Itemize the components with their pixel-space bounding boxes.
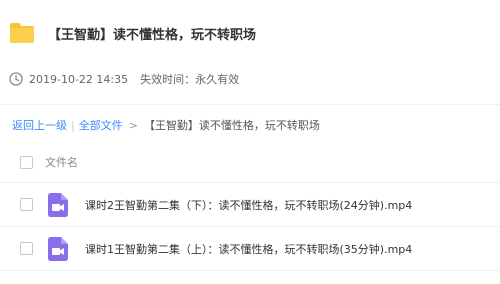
share-title: 【王智勤】读不懂性格，玩不转职场 xyxy=(48,27,257,43)
column-header-filename: 文件名 xyxy=(45,156,78,169)
all-files-link[interactable]: 全部文件 xyxy=(79,117,123,133)
share-meta: 2019-10-22 14:35 失效时间：永久有效 xyxy=(9,70,239,88)
video-file-icon xyxy=(48,192,68,217)
file-row[interactable]: 课时2王智勤第二集（下）：读不懂性格，玩不转职场(24分钟).mp4 xyxy=(0,183,500,227)
list-header: 文件名 xyxy=(0,142,500,183)
video-file-icon xyxy=(48,236,68,261)
file-list: 文件名 课时2王智勤第二集（下）：读不懂性格，玩不转职场(24分钟).mp4 课… xyxy=(0,142,500,271)
file-checkbox[interactable] xyxy=(20,198,33,211)
breadcrumb-separator: | xyxy=(71,118,75,132)
file-checkbox[interactable] xyxy=(20,242,33,255)
back-link[interactable]: 返回上一级 xyxy=(12,117,67,133)
share-date: 2019-10-22 14:35 xyxy=(29,72,129,86)
file-name[interactable]: 课时1王智勤第二集（上）：读不懂性格，玩不转职场(35分钟).mp4 xyxy=(85,241,412,257)
breadcrumb: 返回上一级 | 全部文件 > 【王智勤】读不懂性格，玩不转职场 xyxy=(12,116,320,134)
breadcrumb-current: 【王智勤】读不懂性格，玩不转职场 xyxy=(143,119,320,132)
breadcrumb-arrow: > xyxy=(128,118,138,132)
file-row[interactable]: 课时1王智勤第二集（上）：读不懂性格，玩不转职场(35分钟).mp4 xyxy=(0,227,500,271)
clock-icon xyxy=(9,72,23,86)
expiry-text: 失效时间：永久有效 xyxy=(140,73,240,86)
divider xyxy=(0,104,500,105)
select-all-checkbox[interactable] xyxy=(20,155,33,169)
file-name[interactable]: 课时2王智勤第二集（下）：读不懂性格，玩不转职场(24分钟).mp4 xyxy=(85,197,412,213)
share-page: 【王智勤】读不懂性格，玩不转职场 2019-10-22 14:35 失效时间：永… xyxy=(0,0,500,284)
share-header: 【王智勤】读不懂性格，玩不转职场 xyxy=(9,20,256,46)
folder-icon xyxy=(10,23,34,43)
